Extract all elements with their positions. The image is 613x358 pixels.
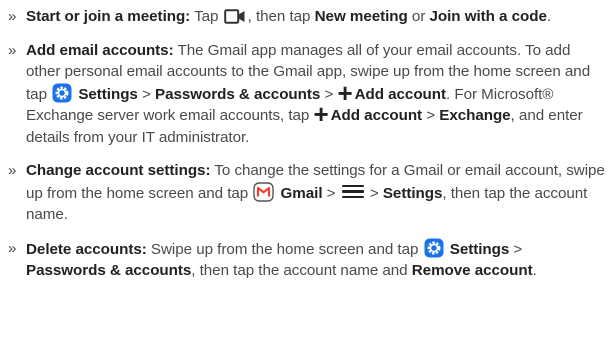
item-text: . [532,262,537,279]
bullet-marker: » [8,41,17,59]
item-term: Add email accounts: [26,41,174,59]
item-text: . [546,8,552,25]
join-with-code-label: Join with a code [429,8,547,25]
settings-label: Settings [78,85,138,103]
menu-icon [341,184,364,199]
remove-account-label: Remove account [411,262,533,279]
settings-gear-icon [52,83,72,102]
gmail-label: Gmail [280,184,323,202]
passwords-accounts-label: Passwords & accounts [26,262,192,279]
settings-label: Settings [382,184,443,202]
item-term: Start or join a meeting: [26,8,191,25]
add-account-label: Add account [354,85,447,103]
item-text: Tap [190,8,223,25]
item-term: Delete accounts: [26,240,147,258]
list-item-change-settings: » Change account settings: To change the… [8,160,605,226]
new-meeting-label: New meeting [314,8,408,25]
bullet-marker: » [8,8,17,25]
passwords-accounts-label: Passwords & accounts [155,85,321,103]
video-camera-icon [223,9,245,24]
list-item-delete-accounts: » Delete accounts: Swipe up from the hom… [8,238,605,282]
bullet-marker: » [8,239,17,257]
gmail-icon [253,181,275,202]
settings-gear-icon [424,238,444,257]
document-page: » Start or join a meeting: Tap , then ta… [0,0,613,358]
plus-icon: + [313,99,329,129]
list-item-start-meeting: » Start or join a meeting: Tap , then ta… [8,6,605,28]
settings-label: Settings [449,240,510,258]
add-account-label: Add account [330,107,423,124]
item-text: > [365,184,383,202]
item-text: > [322,184,340,202]
item-text: Swipe up from the home screen and tap [146,240,423,258]
item-text: or [407,8,430,25]
item-text: > [422,107,440,124]
list-item-add-email: » Add email accounts: The Gmail app mana… [8,40,605,149]
item-text: , then tap [247,8,315,25]
item-text: > [509,240,523,258]
plus-icon: + [337,77,353,108]
bullet-marker: » [8,162,17,179]
exchange-label: Exchange [439,107,511,124]
item-text: > [137,85,155,103]
item-text: , then tap the account name and [191,262,412,279]
item-term: Change account settings: [26,162,211,179]
